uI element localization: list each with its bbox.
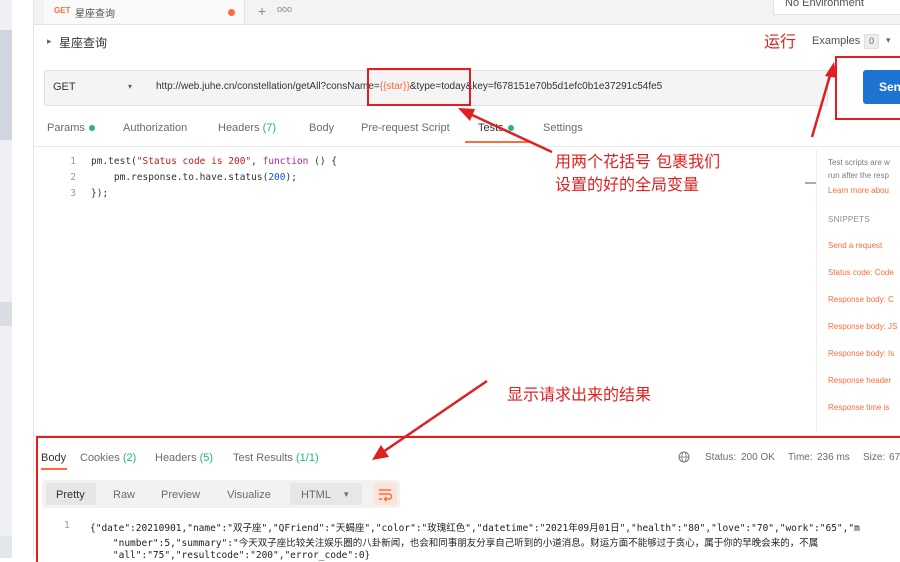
- annotation-arrows: [372, 62, 837, 460]
